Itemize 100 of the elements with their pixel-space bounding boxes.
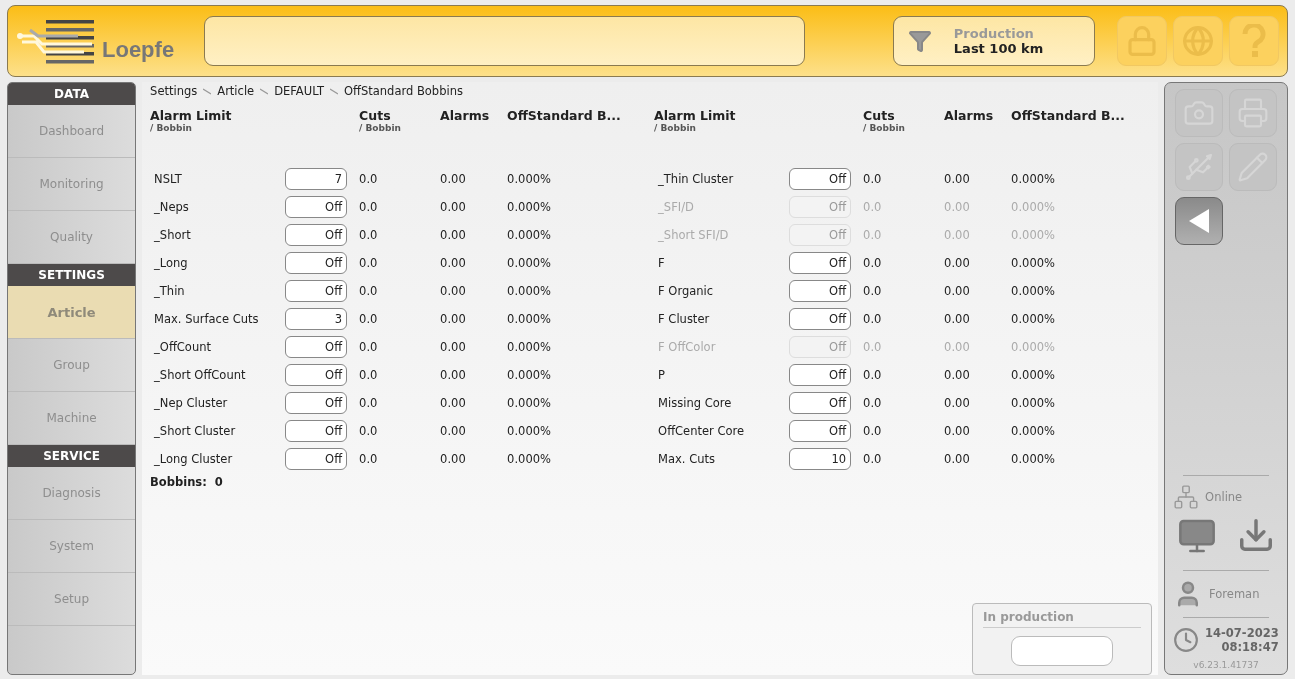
row-label: Max. Surface Cuts (153, 312, 260, 326)
row-label: Max. Cuts (657, 452, 716, 466)
table-cell-text: 0.000% (507, 424, 552, 438)
table-cell-text: 0.00 (944, 312, 971, 326)
limit-field[interactable]: Off (285, 420, 348, 442)
limit-field[interactable]: 7 (285, 168, 348, 190)
limit-field[interactable]: Off (789, 392, 852, 414)
table-cell-text: 0.0 (863, 424, 883, 438)
column-subheader: / Bobbin (359, 123, 402, 133)
limit-field[interactable]: Off (789, 252, 852, 274)
column-header: Alarms (440, 108, 491, 123)
table-cell-text: 0.0 (863, 200, 883, 214)
table-cell-text: 0.00 (440, 452, 467, 466)
table-cell-text: 0.000% (1011, 368, 1056, 382)
column-subheader: / Bobbin (150, 123, 193, 133)
breadcrumb-item[interactable]: DEFAULT (274, 84, 324, 98)
limit-field[interactable]: 10 (789, 448, 852, 470)
table-cell-text: 0.000% (1011, 396, 1056, 410)
limit-field[interactable]: 3 (285, 308, 348, 330)
table-cell-text: 0.000% (507, 284, 552, 298)
table-cell-text: 0.00 (440, 340, 467, 354)
table-cell-text: 0.000% (507, 340, 552, 354)
row-label: F Organic (657, 284, 715, 298)
limit-field[interactable]: Off (285, 336, 348, 358)
column-header: OffStandard B... (1011, 108, 1126, 123)
limit-field[interactable]: Off (285, 252, 348, 274)
table-cell-text: 0.0 (359, 340, 379, 354)
column-header: Alarm Limit (654, 108, 737, 123)
table-cell-text: 0.000% (1011, 452, 1056, 466)
limit-field[interactable]: Off (285, 392, 348, 414)
column-subheader: / Bobbin (863, 123, 906, 133)
table-cell-text: 0.00 (440, 396, 467, 410)
chevron-icon (203, 87, 212, 95)
breadcrumb-item[interactable]: OffStandard Bobbins (344, 84, 463, 98)
limit-field[interactable]: Off (285, 224, 348, 246)
user-role: Foreman (1209, 587, 1260, 601)
row-label: NSLT (153, 172, 183, 186)
funnel-icon (907, 29, 932, 53)
table-cell-text: 0.00 (944, 452, 971, 466)
table-cell-text: 0.00 (944, 340, 971, 354)
table-cell-text: 0.000% (507, 172, 552, 186)
table-cell-text: 0.0 (359, 312, 379, 326)
table-cell-text: 0.00 (944, 396, 971, 410)
section-header: DATA (8, 83, 136, 105)
table-cell-text: 0.00 (944, 172, 971, 186)
table-cell-text: 0.00 (944, 256, 971, 270)
back-triangle-icon (1187, 208, 1212, 234)
row-label: F OffColor (657, 340, 717, 354)
limit-field[interactable]: Off (789, 364, 852, 386)
back-button[interactable] (1175, 197, 1224, 245)
section-header: SERVICE (8, 445, 136, 467)
row-label: _Short OffCount (153, 368, 247, 382)
table-cell-text: 0.00 (944, 424, 971, 438)
table-cell-text: 0.0 (359, 228, 379, 242)
connection-status: Online (1205, 490, 1243, 504)
download-icon[interactable] (1237, 516, 1275, 554)
table-cell-text: 0.00 (440, 200, 467, 214)
clock-icon (1173, 627, 1200, 653)
table-cell-text: 0.00 (944, 228, 971, 242)
table-cell-text: 0.000% (507, 256, 552, 270)
limit-field[interactable]: Off (789, 280, 852, 302)
row-label: P (657, 368, 667, 382)
breadcrumb-item[interactable]: Article (217, 84, 255, 98)
row-label: _Short (153, 228, 192, 242)
column-header: Alarm Limit (150, 108, 233, 123)
table-cell-text: 0.000% (507, 200, 552, 214)
row-label: _Neps (153, 200, 190, 214)
column-header: Cuts (863, 108, 896, 123)
table-cell-text: 0.000% (507, 368, 552, 382)
filter-button[interactable]: Production Last 100 km (892, 16, 1095, 66)
limit-field[interactable]: Off (285, 280, 348, 302)
table-cell-text: 0.0 (863, 368, 883, 382)
table-cell-text: 0.0 (359, 172, 379, 186)
table-cell-text: 0.0 (359, 396, 379, 410)
limit-field[interactable]: Off (285, 448, 348, 470)
chevron-icon (330, 87, 338, 95)
table-cell-text: 0.000% (507, 312, 552, 326)
table-cell-text: 0.000% (1011, 172, 1056, 186)
limit-field[interactable]: Off (285, 196, 348, 218)
column-header: Cuts (359, 108, 392, 123)
table-cell-text: 0.000% (1011, 228, 1056, 242)
limit-field[interactable]: Off (789, 168, 852, 190)
limit-field[interactable]: Off (789, 420, 852, 442)
table-cell-text: 0.00 (440, 284, 467, 298)
table-cell-text: 0.0 (359, 284, 379, 298)
limit-field[interactable]: Off (285, 364, 348, 386)
bobbins-count: Bobbins: 0 (150, 475, 224, 489)
breadcrumb-item[interactable]: Settings (150, 84, 198, 98)
table-cell-text: 0.00 (440, 424, 467, 438)
time-text: 08:18:47 (1221, 640, 1279, 654)
version-text: v6.23.1.41737 (1192, 660, 1260, 670)
table-cell-text: 0.0 (863, 172, 883, 186)
row-label: F Cluster (657, 312, 711, 326)
limit-field[interactable]: Off (789, 308, 852, 330)
table-cell-text: 0.0 (863, 284, 883, 298)
table-cell-text: 0.000% (507, 228, 552, 242)
table-cell-text: 0.00 (440, 312, 467, 326)
row-label: F (657, 256, 666, 270)
table-cell-text: 0.0 (359, 200, 379, 214)
table-cell-text: 0.0 (863, 312, 883, 326)
